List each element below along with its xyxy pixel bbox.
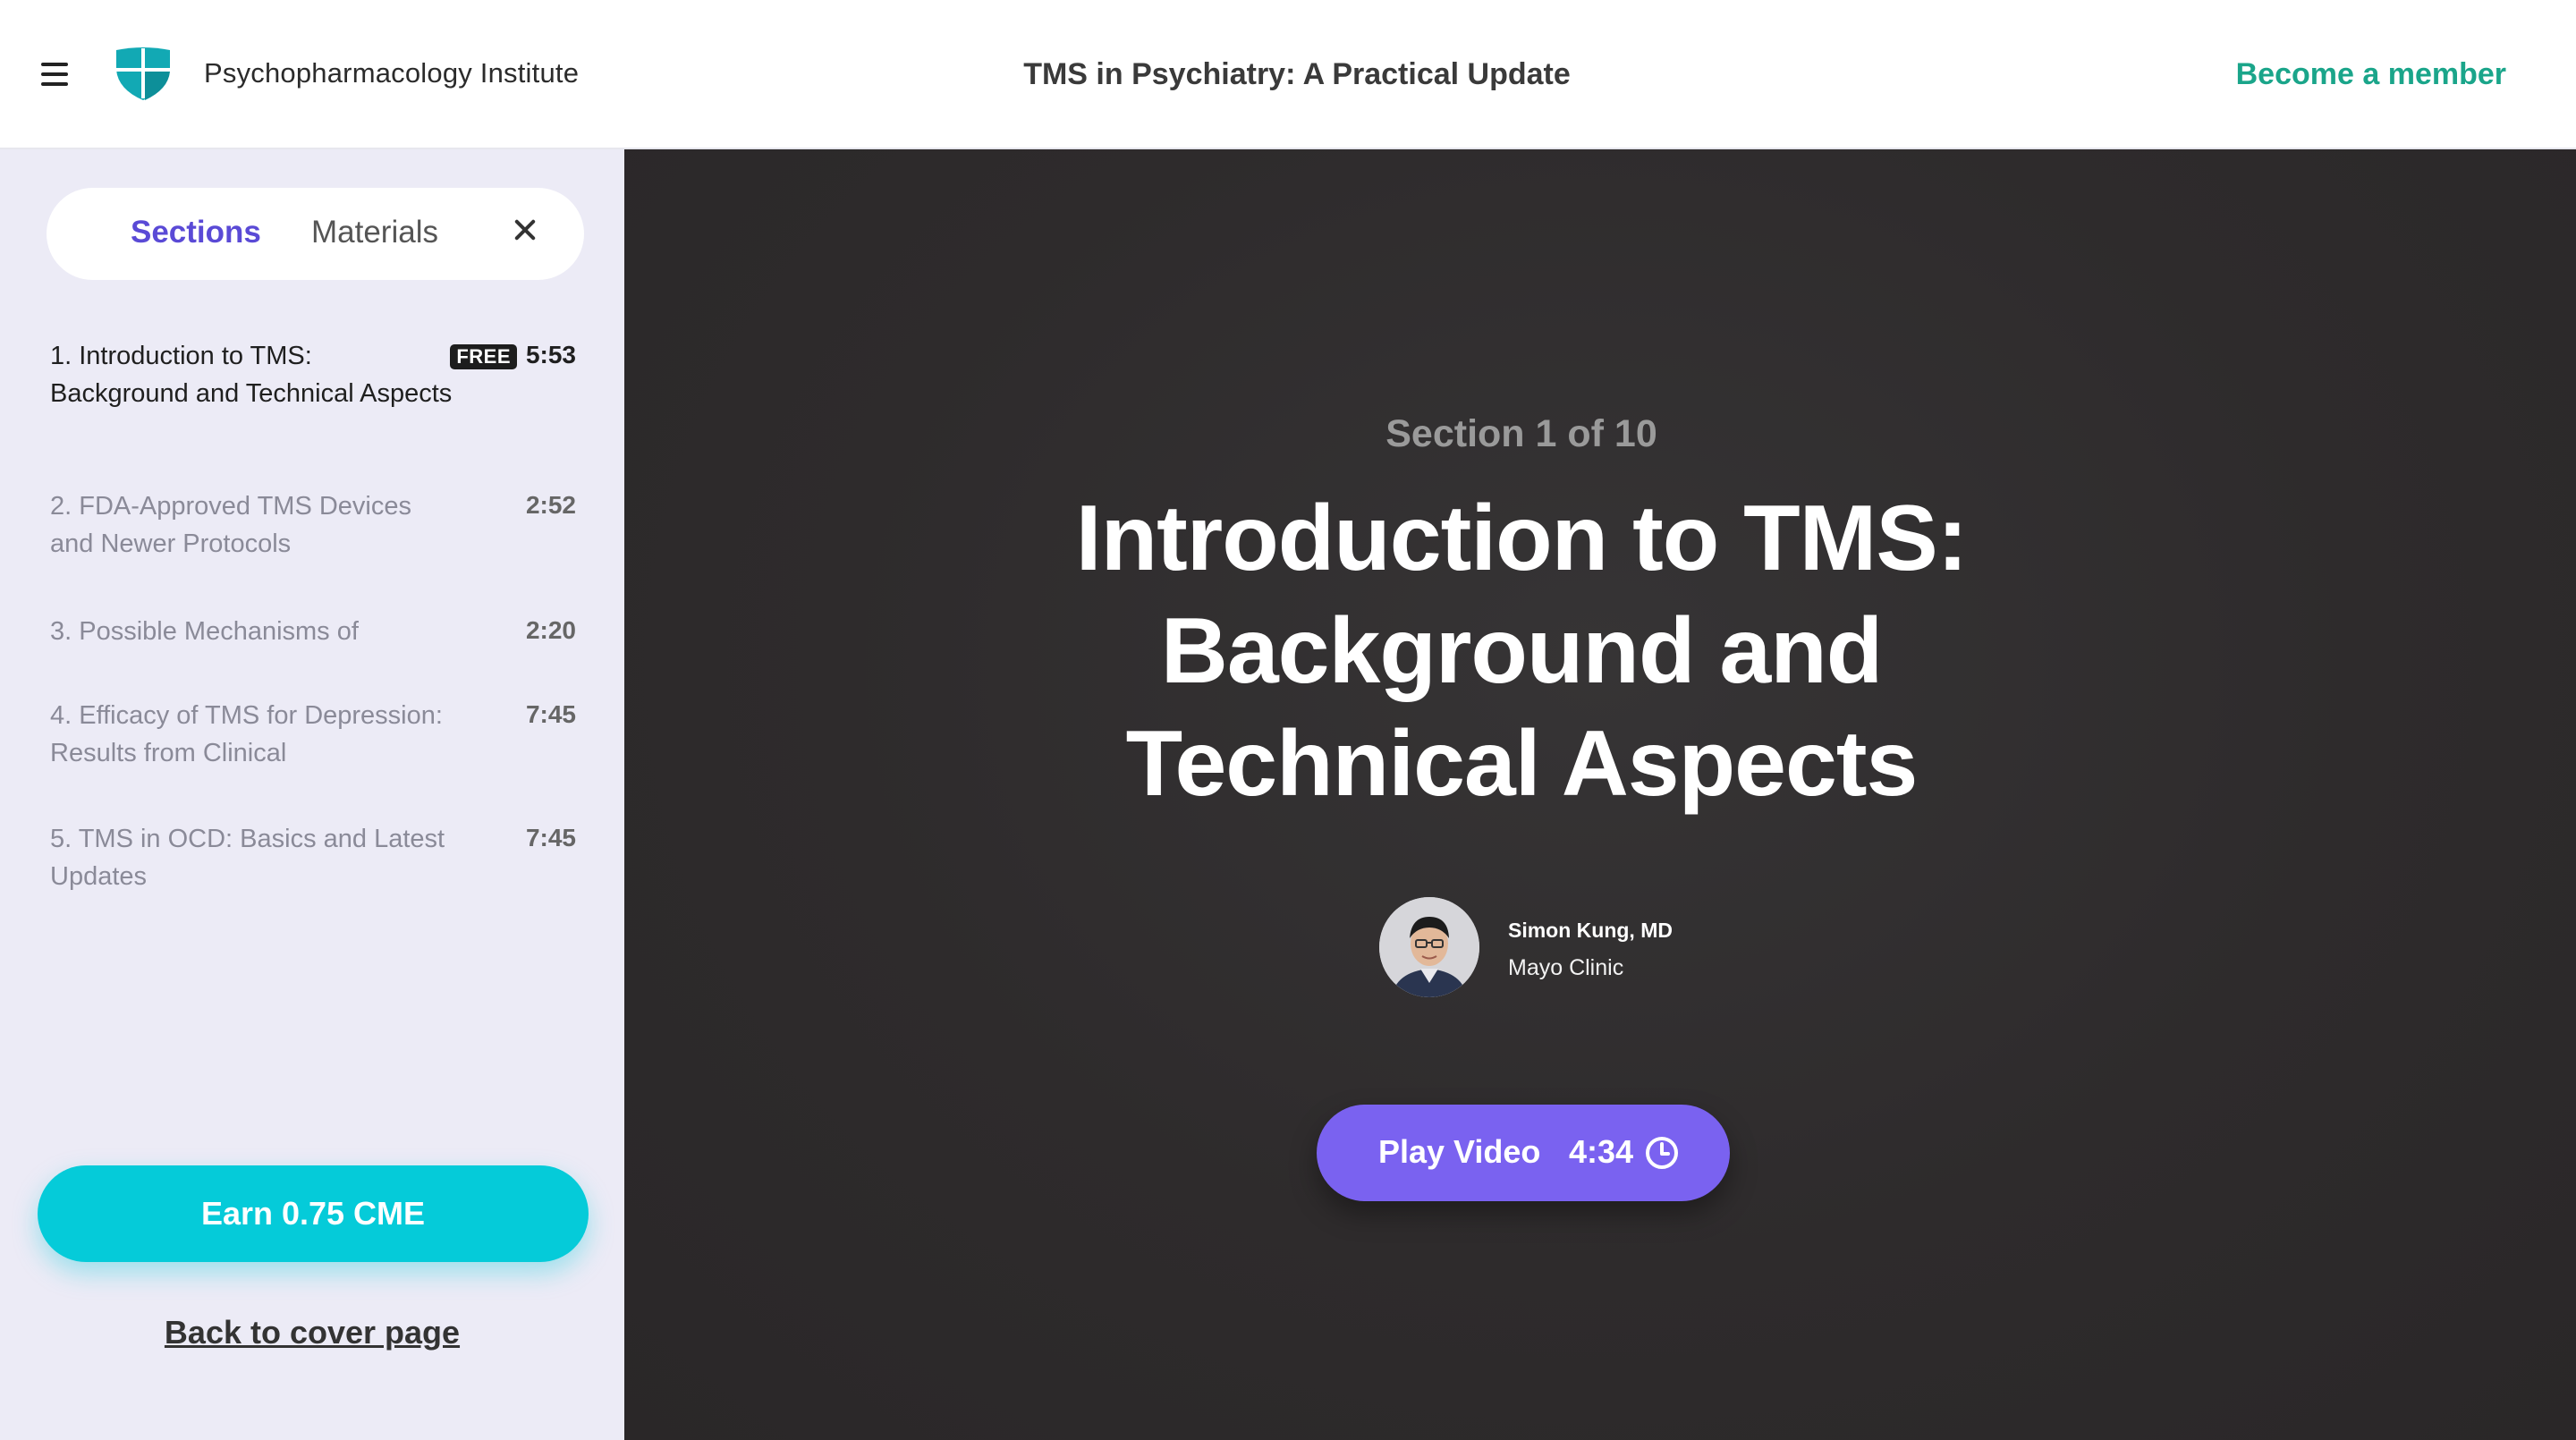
section-title: 1. Introduction to TMS: Background and T… — [50, 342, 453, 408]
presenter-photo — [1379, 897, 1479, 997]
section-heading: Introduction to TMS: Background and Tech… — [624, 482, 2419, 820]
section-counter: Section 1 of 10 — [1385, 412, 1657, 455]
section-item-4[interactable]: 4. Efficacy of TMS for Depression: Resul… — [50, 697, 587, 772]
section-title: 5. TMS in OCD: Basics and Latest Updates — [50, 825, 445, 891]
earn-cme-button[interactable]: Earn 0.75 CME — [38, 1165, 589, 1262]
section-duration: 7:45 — [525, 824, 576, 851]
sidebar-tab-switcher: Sections Materials — [47, 188, 584, 280]
clock-icon — [1646, 1137, 1678, 1169]
play-video-button[interactable]: Play Video 4:34 — [1317, 1105, 1730, 1201]
video-stage: Section 1 of 10 Introduction to TMS: Bac… — [624, 149, 2576, 1440]
section-item-3[interactable]: 3. Possible Mechanisms of 2:20 — [50, 613, 587, 650]
section-title: 2. FDA-Approved TMS Devices and Newer Pr… — [50, 492, 411, 558]
section-duration: 5:53 — [525, 341, 576, 368]
section-duration: 2:52 — [525, 491, 576, 519]
presenter-name: Simon Kung, MD — [1508, 919, 1673, 942]
presenter-organization: Mayo Clinic — [1508, 955, 1624, 980]
section-duration: 2:20 — [525, 616, 576, 644]
free-badge: FREE — [450, 344, 517, 369]
heading-line-1: Introduction to TMS: — [1075, 487, 1969, 590]
become-member-link[interactable]: Become a member — [2236, 57, 2506, 92]
top-navigation-bar: Psychopharmacology Institute TMS in Psyc… — [0, 0, 2576, 149]
section-item-2[interactable]: 2. FDA-Approved TMS Devices and Newer Pr… — [50, 487, 587, 563]
sections-sidebar: Sections Materials 1. Introduction to TM… — [0, 149, 624, 1440]
tab-materials[interactable]: Materials — [311, 215, 438, 250]
section-item-5[interactable]: 5. TMS in OCD: Basics and Latest Updates… — [50, 820, 587, 895]
tab-sections[interactable]: Sections — [131, 215, 261, 250]
section-duration: 7:45 — [525, 700, 576, 728]
heading-line-2: Background and — [1160, 599, 1884, 703]
close-icon[interactable] — [510, 215, 540, 245]
heading-line-3: Technical Aspects — [1125, 712, 1919, 816]
back-to-cover-link[interactable]: Back to cover page — [0, 1314, 624, 1351]
presenter-avatar — [1379, 897, 1479, 997]
course-title: TMS in Psychiatry: A Practical Update — [1023, 57, 1571, 91]
section-title: 4. Efficacy of TMS for Depression: Resul… — [50, 701, 443, 767]
section-item-1[interactable]: 1. Introduction to TMS: Background and T… — [50, 337, 587, 412]
play-video-label: Play Video — [1378, 1133, 1541, 1170]
section-title: 3. Possible Mechanisms of — [50, 617, 359, 646]
video-duration: 4:34 — [1569, 1133, 1634, 1170]
